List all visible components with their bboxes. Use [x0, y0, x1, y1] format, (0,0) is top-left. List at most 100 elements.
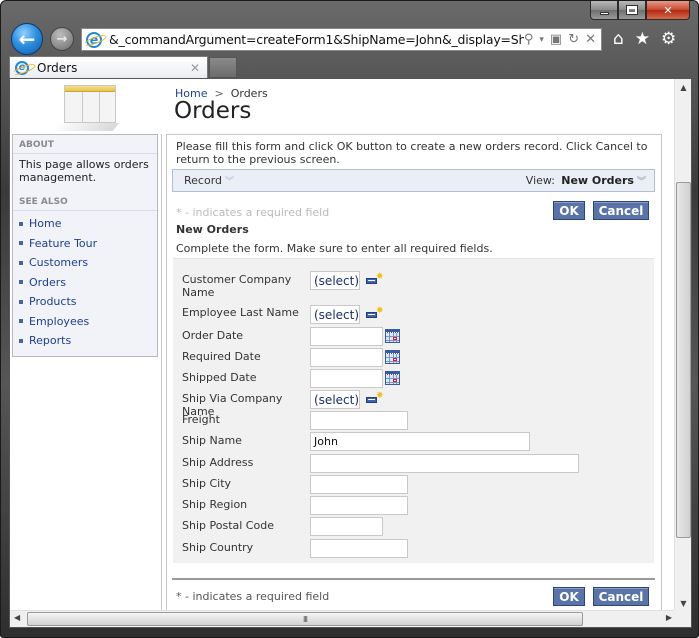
field-label: Ship Postal Code — [182, 519, 274, 532]
form-description: Complete the form. Make sure to enter al… — [176, 242, 493, 255]
stop-icon[interactable]: ✕ — [585, 32, 596, 47]
calendar-icon[interactable] — [385, 329, 400, 343]
field-label: Employee Last Name — [182, 306, 299, 319]
employee-last-name-lookup[interactable]: (select) — [310, 305, 360, 324]
back-button[interactable]: ← — [11, 23, 43, 55]
chevron-down-icon: ︾ — [636, 177, 646, 187]
field-label: Ship Country — [182, 541, 254, 554]
table-logo-icon — [64, 85, 116, 123]
field-label: Order Date — [182, 329, 244, 342]
bullet-icon — [19, 241, 23, 246]
minimize-icon — [599, 11, 609, 15]
content-divider — [161, 134, 162, 627]
bullet-icon — [19, 221, 23, 226]
bullet-icon — [19, 338, 23, 343]
new-tab-button[interactable] — [209, 57, 237, 78]
close-window-button[interactable]: ✕ — [646, 1, 690, 20]
new-lookup-item-icon[interactable]: ✸ — [366, 272, 384, 285]
browser-tab-orders[interactable]: e Orders ✕ — [9, 56, 208, 78]
ship-postal-code-input[interactable] — [310, 517, 383, 536]
calendar-icon[interactable] — [385, 350, 400, 364]
required-field-note: * - indicates a required field — [176, 206, 330, 219]
refresh-icon[interactable]: ↻ — [568, 32, 579, 47]
field-label: Ship Name — [182, 434, 242, 447]
new-lookup-item-icon[interactable]: ✸ — [366, 391, 384, 404]
see-also-links: Home Feature Tour Customers Orders Produ… — [13, 211, 157, 354]
record-menu[interactable]: Record ︾ — [184, 174, 234, 187]
new-lookup-item-icon[interactable]: ✸ — [366, 306, 384, 319]
scroll-right-icon[interactable]: ▶ — [666, 613, 672, 622]
sidebar-link-home[interactable]: Home — [19, 214, 151, 234]
close-icon: ✕ — [663, 3, 673, 17]
dropdown-icon[interactable]: ▾ — [539, 35, 544, 45]
maximize-icon — [626, 5, 638, 15]
see-also-header: SEE ALSO — [13, 192, 157, 211]
page-viewport: Home > Orders Orders ABOUT This page all… — [9, 78, 692, 628]
scroll-up-icon[interactable]: ▲ — [675, 83, 691, 92]
back-arrow-icon: ← — [18, 27, 36, 51]
vertical-scrollbar[interactable]: ▲ ▼ — [674, 79, 691, 612]
field-label: Ship City — [182, 477, 232, 490]
view-label: View: — [525, 174, 555, 187]
ship-address-input[interactable] — [310, 454, 579, 473]
ie-logo-icon: e — [86, 31, 102, 48]
field-label: Shipped Date — [182, 371, 257, 384]
sidebar-link-feature-tour[interactable]: Feature Tour — [19, 234, 151, 254]
ship-city-input[interactable] — [310, 475, 408, 494]
address-tools: ⚲ ▾ ▣ ↻ ✕ — [524, 32, 601, 47]
ship-name-input[interactable]: John — [310, 432, 530, 451]
sidebar-link-customers[interactable]: Customers — [19, 253, 151, 273]
window-caption-buttons: ✕ — [590, 1, 690, 20]
order-date-input[interactable] — [310, 327, 383, 346]
customer-company-lookup[interactable]: (select) — [310, 271, 360, 290]
cancel-button-bottom[interactable]: Cancel — [593, 587, 649, 606]
bullet-icon — [19, 280, 23, 285]
ship-country-input[interactable] — [310, 539, 408, 558]
compatibility-view-icon[interactable]: ▣ — [550, 32, 562, 47]
scroll-down-icon[interactable]: ▼ — [675, 599, 691, 608]
field-label: Ship Region — [182, 498, 248, 511]
forward-button[interactable]: → — [50, 27, 74, 51]
favorites-star-icon[interactable]: ★ — [635, 29, 650, 49]
calendar-icon[interactable] — [385, 371, 400, 385]
url-input[interactable]: &_commandArgument=createForm1&ShipName=J… — [109, 32, 524, 47]
scrollbar-corner — [674, 610, 691, 627]
required-date-input[interactable] — [310, 348, 383, 367]
home-icon[interactable]: ⌂ — [613, 29, 624, 49]
field-label: Freight — [182, 413, 220, 426]
sidebar-link-orders[interactable]: Orders — [19, 273, 151, 293]
tab-close-icon[interactable]: ✕ — [190, 61, 200, 75]
sidebar-link-products[interactable]: Products — [19, 292, 151, 312]
search-icon[interactable]: ⚲ — [524, 32, 534, 47]
address-bar[interactable]: e &_commandArgument=createForm1&ShipName… — [81, 28, 602, 51]
action-bar: Record ︾ View: New Orders ︾ — [172, 169, 655, 192]
ship-via-lookup[interactable]: (select) — [310, 390, 360, 409]
ok-button-bottom[interactable]: OK — [553, 587, 585, 606]
ok-button[interactable]: OK — [553, 201, 585, 220]
scroll-left-icon[interactable]: ◀ — [14, 613, 20, 622]
chevron-down-icon: ︾ — [225, 177, 235, 187]
cancel-button[interactable]: Cancel — [593, 201, 649, 220]
maximize-button[interactable] — [618, 1, 646, 20]
form-bottom-divider — [172, 578, 655, 580]
main-panel: Please fill this form and click OK butto… — [166, 134, 662, 612]
freight-input[interactable] — [310, 411, 408, 430]
grip-icon: III — [302, 614, 308, 624]
vertical-scroll-thumb[interactable] — [676, 182, 691, 538]
tab-title: Orders — [37, 60, 78, 75]
view-selector[interactable]: New Orders ︾ — [561, 174, 646, 187]
sidebar-link-reports[interactable]: Reports — [19, 331, 151, 351]
tab-favicon-icon: e — [15, 60, 29, 75]
about-text: This page allows orders management. — [19, 158, 149, 184]
form-fields: Customer Company Name (select) ✸ Employe… — [173, 258, 654, 563]
tools-gear-icon[interactable]: ⚙ — [661, 29, 676, 49]
horizontal-scrollbar[interactable]: ◀ III ▶ — [10, 610, 676, 627]
form-title: New Orders — [176, 223, 249, 236]
horizontal-scroll-thumb[interactable]: III — [27, 612, 583, 626]
page-title: Orders — [174, 98, 252, 124]
sidebar-link-employees[interactable]: Employees — [19, 312, 151, 332]
ship-region-input[interactable] — [310, 496, 408, 515]
about-header: ABOUT — [13, 135, 157, 154]
shipped-date-input[interactable] — [310, 369, 383, 388]
minimize-button[interactable] — [590, 1, 618, 20]
